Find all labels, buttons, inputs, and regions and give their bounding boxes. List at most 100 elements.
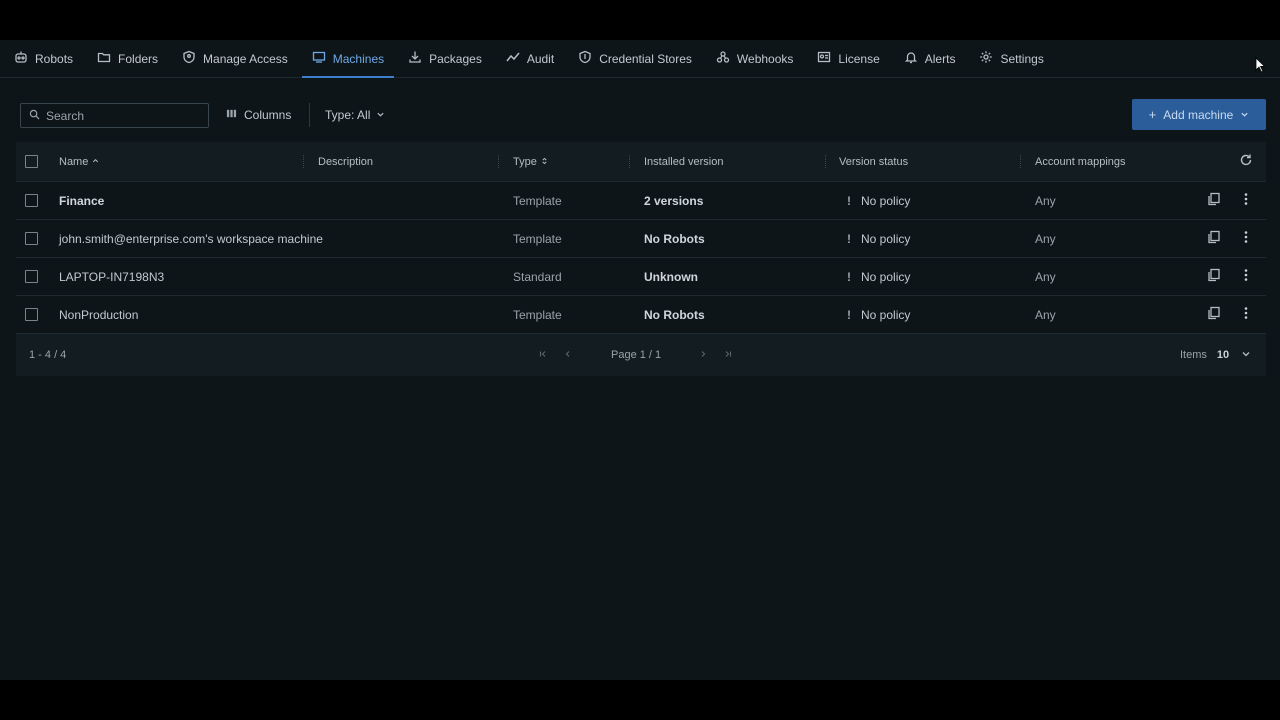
columns-label: Columns (244, 108, 292, 122)
nav-tab-machines[interactable]: Machines (300, 40, 396, 78)
nav-tab-label: Settings (1000, 51, 1044, 66)
chevron-left-icon (564, 349, 572, 361)
machine-name[interactable]: Finance (59, 182, 104, 219)
search-icon (21, 107, 40, 125)
nav-tab-label: Manage Access (203, 51, 288, 66)
nav-tab-alerts[interactable]: Alerts (892, 40, 968, 77)
nav-tab-credential-stores[interactable]: Credential Stores (566, 40, 704, 77)
last-page-button[interactable] (724, 334, 732, 376)
row-checkbox[interactable] (25, 270, 38, 283)
installed-version: 2 versions (644, 193, 704, 208)
machine-name[interactable]: NonProduction (59, 296, 138, 333)
webhook-icon (716, 50, 730, 67)
version-status: ! No policy (847, 258, 910, 295)
column-resizer[interactable] (303, 155, 305, 168)
nav-tab-label: Folders (118, 51, 159, 66)
nav-tab-robots[interactable]: Robots (0, 40, 85, 77)
nav-tab-webhooks[interactable]: Webhooks (704, 40, 805, 77)
header-label: Name (59, 155, 89, 168)
items-per-page[interactable]: Items 10 (1180, 334, 1251, 376)
mouse-cursor-icon (1255, 57, 1265, 73)
search-box[interactable] (20, 103, 209, 128)
warning-icon: ! (847, 307, 851, 322)
installed-version: Unknown (644, 269, 698, 284)
nav-tab-label: Audit (526, 51, 555, 66)
nav-tab-label: Credential Stores (599, 51, 692, 66)
columns-button[interactable]: Columns (226, 103, 291, 127)
nav-tab-label: Machines (332, 51, 385, 66)
version-status: ! No policy (847, 296, 910, 333)
nav-tab-license[interactable]: License (805, 40, 891, 77)
version-status-label: No policy (861, 307, 911, 322)
table-row[interactable]: LAPTOP-IN7198N3 Standard Unknown ! No po… (16, 258, 1266, 296)
nav-tab-packages[interactable]: Packages (396, 40, 494, 77)
row-checkbox[interactable] (25, 194, 38, 207)
refresh-button[interactable] (1239, 142, 1253, 181)
page-indicator: Page 1 / 1 (611, 349, 662, 361)
download-icon (408, 50, 422, 67)
copy-button[interactable] (1207, 182, 1221, 219)
nav-tab-folders[interactable]: Folders (85, 40, 170, 77)
orchestrator-app: Robots Folders Manage Access Machines Pa… (0, 40, 1280, 680)
nav-tab-audit[interactable]: Audit (494, 40, 566, 77)
installed-version: No Robots (644, 231, 705, 246)
table-row[interactable]: NonProduction Template No Robots ! No po… (16, 296, 1266, 334)
copy-button[interactable] (1207, 220, 1221, 257)
copy-icon (1207, 192, 1221, 209)
select-all-checkbox-cell (25, 142, 38, 181)
warning-icon: ! (847, 193, 851, 208)
row-checkbox[interactable] (25, 232, 38, 245)
column-resizer[interactable] (629, 155, 631, 168)
header-description: Description (318, 142, 373, 181)
more-vertical-icon (1239, 230, 1253, 247)
row-checkbox[interactable] (25, 308, 38, 321)
chevron-down-icon (376, 108, 385, 122)
sort-ascending-icon (92, 156, 99, 168)
nav-tab-manage-access[interactable]: Manage Access (170, 40, 300, 77)
more-actions-button[interactable] (1239, 258, 1253, 295)
tenant-nav-bar: Robots Folders Manage Access Machines Pa… (0, 40, 1280, 78)
columns-icon (226, 108, 237, 122)
items-per-page-label: Items (1180, 349, 1207, 361)
first-page-button[interactable] (539, 334, 547, 376)
table-row[interactable]: john.smith@enterprise.com's workspace ma… (16, 220, 1266, 258)
table-header: Name Description Type Installed version (16, 142, 1266, 182)
machine-type: Template (513, 307, 562, 322)
table-row[interactable]: Finance Template 2 versions ! No policy … (16, 182, 1266, 220)
column-resizer[interactable] (825, 155, 827, 168)
pagination-range: 1 - 4 / 4 (29, 349, 67, 361)
account-mappings: Any (1035, 231, 1056, 246)
version-status-label: No policy (861, 193, 911, 208)
column-resizer[interactable] (1020, 155, 1022, 168)
nav-tab-settings[interactable]: Settings (967, 40, 1055, 77)
more-vertical-icon (1239, 192, 1253, 209)
header-label: Version status (839, 155, 909, 168)
more-actions-button[interactable] (1239, 220, 1253, 257)
column-resizer[interactable] (498, 155, 500, 168)
folder-icon (97, 50, 111, 67)
select-all-checkbox[interactable] (25, 155, 38, 168)
warning-icon: ! (847, 269, 851, 284)
copy-button[interactable] (1207, 296, 1221, 333)
copy-button[interactable] (1207, 258, 1221, 295)
refresh-icon (1239, 153, 1253, 170)
header-type[interactable]: Type (513, 142, 548, 181)
machine-name[interactable]: LAPTOP-IN7198N3 (59, 258, 164, 295)
installed-version: No Robots (644, 307, 705, 322)
search-input[interactable] (44, 107, 198, 124)
machine-name[interactable]: john.smith@enterprise.com's workspace ma… (59, 220, 323, 257)
more-actions-button[interactable] (1239, 296, 1253, 333)
more-actions-button[interactable] (1239, 182, 1253, 219)
machines-table: Name Description Type Installed version (16, 142, 1266, 376)
table-footer: 1 - 4 / 4 Page 1 / 1 Items 10 (16, 334, 1266, 376)
nav-tab-label: License (838, 51, 880, 66)
type-filter-label: Type: All (325, 108, 371, 122)
type-filter-dropdown[interactable]: Type: All (325, 103, 385, 127)
warning-icon: ! (847, 231, 851, 246)
add-machine-button[interactable]: + Add machine (1132, 99, 1266, 130)
next-page-button[interactable] (699, 334, 707, 376)
previous-page-button[interactable] (564, 334, 572, 376)
first-page-icon (539, 349, 547, 361)
header-label: Account mappings (1035, 155, 1126, 168)
header-name[interactable]: Name (59, 142, 99, 181)
